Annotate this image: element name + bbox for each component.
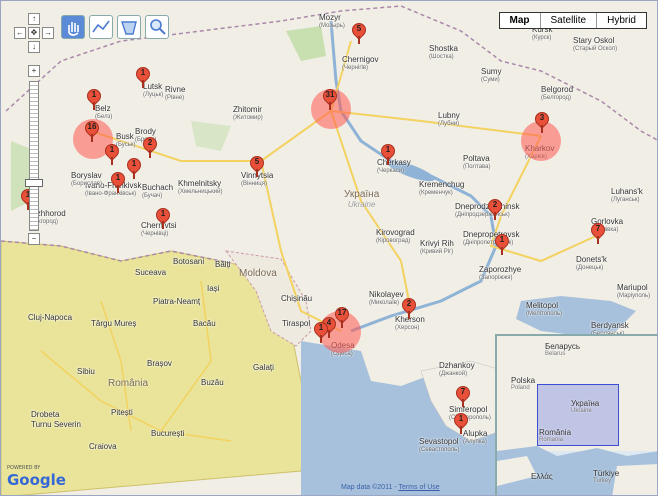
zoom-in-button[interactable]: +	[28, 65, 40, 77]
pan-up-icon: ↑	[32, 14, 36, 23]
map-type-hybrid-button[interactable]: Hybrid	[596, 13, 646, 28]
overview-label: Ελλάς	[531, 472, 553, 481]
map-marker[interactable]: 2	[485, 196, 505, 220]
map-attribution: Map data ©2011 - Terms of Use	[341, 484, 440, 491]
pan-center-button[interactable]: ✥	[28, 27, 40, 39]
zoom-slider-track[interactable]	[29, 81, 39, 231]
zoom-out-button[interactable]: −	[28, 233, 40, 245]
map-type-satellite-button[interactable]: Satellite	[539, 13, 597, 28]
map-type-control: Map Satellite Hybrid	[498, 12, 647, 29]
map-marker[interactable]: 5	[349, 20, 369, 44]
zoom-slider-knob[interactable]	[25, 179, 43, 187]
pan-down-button[interactable]: ↓	[28, 41, 40, 53]
map-marker[interactable]: 1	[108, 169, 128, 193]
pan-left-icon: ←	[16, 28, 24, 37]
map-marker[interactable]: 1	[124, 155, 144, 179]
map-marker[interactable]: 31	[320, 86, 340, 110]
pan-center-icon: ✥	[30, 28, 38, 37]
map-marker[interactable]: 1	[153, 205, 173, 229]
map-marker[interactable]: 7	[453, 383, 473, 407]
pan-left-button[interactable]: ←	[14, 27, 26, 39]
overview-label: România Romania	[539, 428, 572, 443]
map-marker[interactable]: 1	[492, 231, 512, 255]
overview-label: Україна Ukraine	[571, 399, 600, 414]
zoom-out-icon: −	[31, 234, 37, 243]
polygon-tool-icon	[121, 21, 137, 35]
map-marker[interactable]: 16	[82, 118, 102, 142]
overview-label: Беларусь Belarus	[545, 342, 580, 357]
overview-label: Polska Poland	[511, 376, 536, 391]
polygon-tool-button[interactable]	[117, 15, 141, 39]
map-marker[interactable]: 17	[332, 304, 352, 328]
country-label: Україна Ukraine	[344, 189, 380, 209]
search-tool-button[interactable]	[145, 15, 169, 39]
hand-tool-icon	[68, 22, 79, 36]
map-marker[interactable]: 1	[102, 141, 122, 165]
country-label: România	[108, 378, 149, 389]
map-marker[interactable]: 1	[84, 86, 104, 110]
map-marker[interactable]: 2	[399, 295, 419, 319]
map-marker[interactable]: 2	[140, 134, 160, 158]
search-tool-icon	[150, 19, 166, 35]
pan-down-icon: ↓	[32, 42, 36, 51]
map-type-map-button[interactable]: Map	[500, 13, 540, 28]
pan-up-button[interactable]: ↑	[28, 13, 40, 25]
hand-tool-button[interactable]	[61, 15, 85, 39]
map-marker[interactable]: 1	[311, 319, 331, 343]
map-marker[interactable]: 1	[133, 64, 153, 88]
zoom-in-icon: +	[31, 66, 37, 75]
country-label: Moldova	[239, 268, 277, 279]
pan-right-button[interactable]: →	[42, 27, 54, 39]
map-marker[interactable]: 7	[588, 220, 608, 244]
map-canvas[interactable]: Україна Ukraine România Moldova Lutsk (Луц…	[0, 0, 658, 496]
map-marker[interactable]: 1	[378, 141, 398, 165]
map-marker[interactable]: 1	[451, 410, 471, 434]
map-marker[interactable]: 5	[247, 153, 267, 177]
overview-label: Türkiye Turkey	[593, 469, 620, 484]
line-tool-icon	[92, 20, 110, 33]
line-tool-button[interactable]	[89, 15, 113, 39]
google-logo[interactable]: POWERED BY Google	[7, 465, 66, 489]
terms-of-use-link[interactable]: Terms of Use	[398, 484, 439, 491]
pan-right-icon: →	[44, 28, 52, 37]
map-marker[interactable]: 3	[532, 109, 552, 133]
overview-map[interactable]: Беларусь Belarus Polska Poland Україна Ukra…	[495, 334, 657, 495]
